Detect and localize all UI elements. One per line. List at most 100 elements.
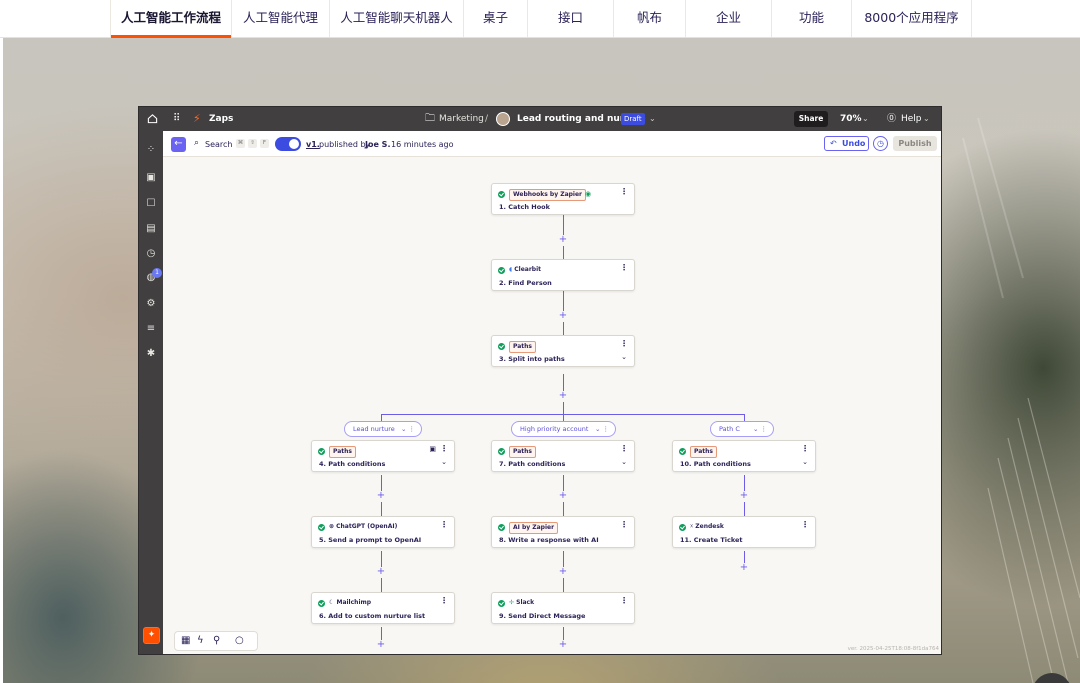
nav-tab-tables[interactable]: 桌子	[464, 0, 528, 37]
zap-settings-icon[interactable]: ▣	[144, 171, 158, 185]
step-app-label: Webhooks by Zapier	[509, 189, 587, 201]
apps-icon[interactable]: ⁘	[144, 143, 158, 157]
nav-tab-ai-chatbots[interactable]: 人工智能聊天机器人	[330, 0, 464, 37]
app-name[interactable]: Zaps	[209, 107, 233, 131]
connector	[563, 402, 564, 414]
share-button[interactable]: Share	[794, 111, 828, 127]
minimap-icon[interactable]: ▦	[181, 635, 190, 647]
step-card-3[interactable]: Paths ⋮ 3. Split into paths ⌄	[491, 335, 635, 367]
step-card-9[interactable]: ✢ Slack ⋮ 9. Send Direct Message	[491, 592, 635, 624]
editor-toolbar: ← ⌕ Search ⌘ ⇧ F v1. published by Joe S.…	[163, 131, 941, 157]
chevron-down-icon[interactable]: ⌄	[621, 458, 627, 466]
more-options-icon[interactable]: ⋮	[620, 340, 628, 348]
more-options-icon[interactable]: ⋮	[620, 264, 628, 272]
more-options-icon[interactable]: ⋮	[440, 445, 448, 453]
step-card-5[interactable]: ⊛ ChatGPT (OpenAI) ⋮ 5. Send a prompt to…	[311, 516, 455, 548]
comment-icon[interactable]: ☐	[144, 197, 158, 211]
workflow-canvas[interactable]: + + + Webhooks by Zapier ◉ ⋮ 1. Catch Ho…	[163, 158, 941, 654]
step-card-1[interactable]: Webhooks by Zapier ◉ ⋮ 1. Catch Hook	[491, 183, 635, 215]
add-step-icon[interactable]: +	[739, 563, 749, 573]
nav-tab-interfaces[interactable]: 接口	[528, 0, 614, 37]
chevron-down-icon[interactable]: ⌄	[441, 458, 447, 466]
add-step-icon[interactable]: +	[558, 567, 568, 577]
bolt-icon[interactable]: ϟ	[197, 635, 204, 647]
step-card-2[interactable]: ◖ Clearbit ⋮ 2. Find Person	[491, 259, 635, 291]
step-card-4[interactable]: Paths ▣ ⋮ 4. Path conditions ⌄	[311, 440, 455, 472]
connector	[744, 475, 745, 491]
search-icon[interactable]: ○	[235, 635, 244, 647]
zoom-chevron-icon[interactable]: ⌄	[862, 107, 869, 131]
back-arrow-icon[interactable]: ←	[171, 137, 186, 152]
add-step-icon[interactable]: +	[376, 491, 386, 501]
nav-tab-ai-workflows[interactable]: 人工智能工作流程	[110, 0, 232, 38]
more-options-icon[interactable]: ⋮	[440, 521, 448, 529]
search-button[interactable]: Search	[205, 140, 232, 149]
chevron-down-icon[interactable]: ⌄	[621, 353, 627, 361]
check-icon	[498, 191, 505, 198]
check-icon	[318, 524, 325, 531]
zoom-level[interactable]: 70%	[840, 107, 862, 131]
nav-tab-8000-apps[interactable]: 8000个应用程序	[852, 0, 972, 37]
add-step-icon[interactable]: +	[558, 640, 568, 650]
version-link[interactable]: v1.	[306, 140, 320, 149]
home-icon[interactable]	[145, 107, 159, 131]
path-label-path-c[interactable]: Path C ⌄ ⋮	[710, 421, 774, 437]
copilot-sparkle-icon[interactable]: ✦	[143, 627, 160, 644]
more-options-icon[interactable]: ⋮	[801, 445, 809, 453]
search-icon[interactable]: ⌕	[194, 139, 199, 148]
add-step-icon[interactable]: +	[558, 235, 568, 245]
tools-icon[interactable]: ⚲	[213, 635, 220, 647]
chevron-down-icon[interactable]: ⌄	[649, 107, 656, 131]
zap-on-toggle[interactable]	[275, 137, 301, 151]
help-chevron-icon[interactable]: ⌄	[923, 107, 930, 131]
more-options-icon[interactable]: ⋮	[620, 188, 628, 196]
bug-icon[interactable]: ✱	[144, 347, 158, 361]
history-icon[interactable]: ◷	[144, 247, 158, 261]
path-label-lead-nurture[interactable]: Lead nurture ⌄ ⋮	[344, 421, 422, 437]
more-options-icon[interactable]: ⋮	[620, 521, 628, 529]
versions-icon[interactable]: ≡	[144, 322, 158, 336]
folder-name[interactable]: Marketing	[439, 107, 484, 131]
add-step-icon[interactable]: +	[739, 491, 749, 501]
published-by: Joe S.	[365, 140, 391, 149]
more-options-icon[interactable]: ⋮	[620, 597, 628, 605]
nav-tab-functions[interactable]: 功能	[772, 0, 852, 37]
help-icon: ⓪	[887, 114, 897, 124]
path-label-high-priority[interactable]: High priority account ⌄ ⋮	[511, 421, 616, 437]
step-card-10[interactable]: Paths ⋮ 10. Path conditions ⌄	[672, 440, 816, 472]
more-options-icon[interactable]: ⋮	[620, 445, 628, 453]
add-step-icon[interactable]: +	[558, 311, 568, 321]
settings-icon[interactable]: ⚙	[144, 297, 158, 311]
step-card-6[interactable]: ☾ Mailchimp ⋮ 6. Add to custom nurture l…	[311, 592, 455, 624]
path-options-icon[interactable]: ⌄ ⋮	[401, 422, 415, 436]
apps-grid-icon[interactable]: ⠿	[173, 107, 181, 131]
help-menu[interactable]: Help	[901, 107, 922, 131]
mailchimp-icon: ☾	[329, 599, 335, 606]
comment-icon[interactable]: ▣	[429, 445, 436, 453]
nav-tab-canvas[interactable]: 帆布	[614, 0, 686, 37]
more-options-icon[interactable]: ⋮	[801, 521, 809, 529]
add-step-icon[interactable]: +	[376, 640, 386, 650]
editor-header: ⠿ ⚡ Zaps 🗀 Marketing / Lead routing and …	[139, 107, 941, 131]
publish-button[interactable]: Publish	[893, 136, 937, 151]
step-card-7[interactable]: Paths ⋮ 7. Path conditions ⌄	[491, 440, 635, 472]
published-text: published by	[319, 140, 371, 149]
step-card-8[interactable]: AI by Zapier ⋮ 8. Write a response with …	[491, 516, 635, 548]
add-step-icon[interactable]: +	[376, 567, 386, 577]
check-icon	[498, 600, 505, 607]
connector	[563, 374, 564, 391]
run-history-icon[interactable]: ◷	[873, 136, 888, 151]
step-card-11[interactable]: ☓ Zendesk ⋮ 11. Create Ticket	[672, 516, 816, 548]
nav-tab-enterprise[interactable]: 企业	[686, 0, 772, 37]
add-step-icon[interactable]: +	[558, 491, 568, 501]
add-step-icon[interactable]: +	[558, 391, 568, 401]
nav-tab-ai-agents[interactable]: 人工智能代理	[232, 0, 330, 37]
chevron-down-icon[interactable]: ⌄	[802, 458, 808, 466]
check-icon	[318, 448, 325, 455]
path-options-icon[interactable]: ⌄ ⋮	[753, 422, 767, 436]
step-title: 10. Path conditions	[680, 460, 751, 468]
path-options-icon[interactable]: ⌄ ⋮	[595, 422, 609, 436]
more-options-icon[interactable]: ⋮	[440, 597, 448, 605]
calendar-icon[interactable]: ▤	[144, 222, 158, 236]
undo-button[interactable]: ↶ Undo	[824, 136, 869, 151]
